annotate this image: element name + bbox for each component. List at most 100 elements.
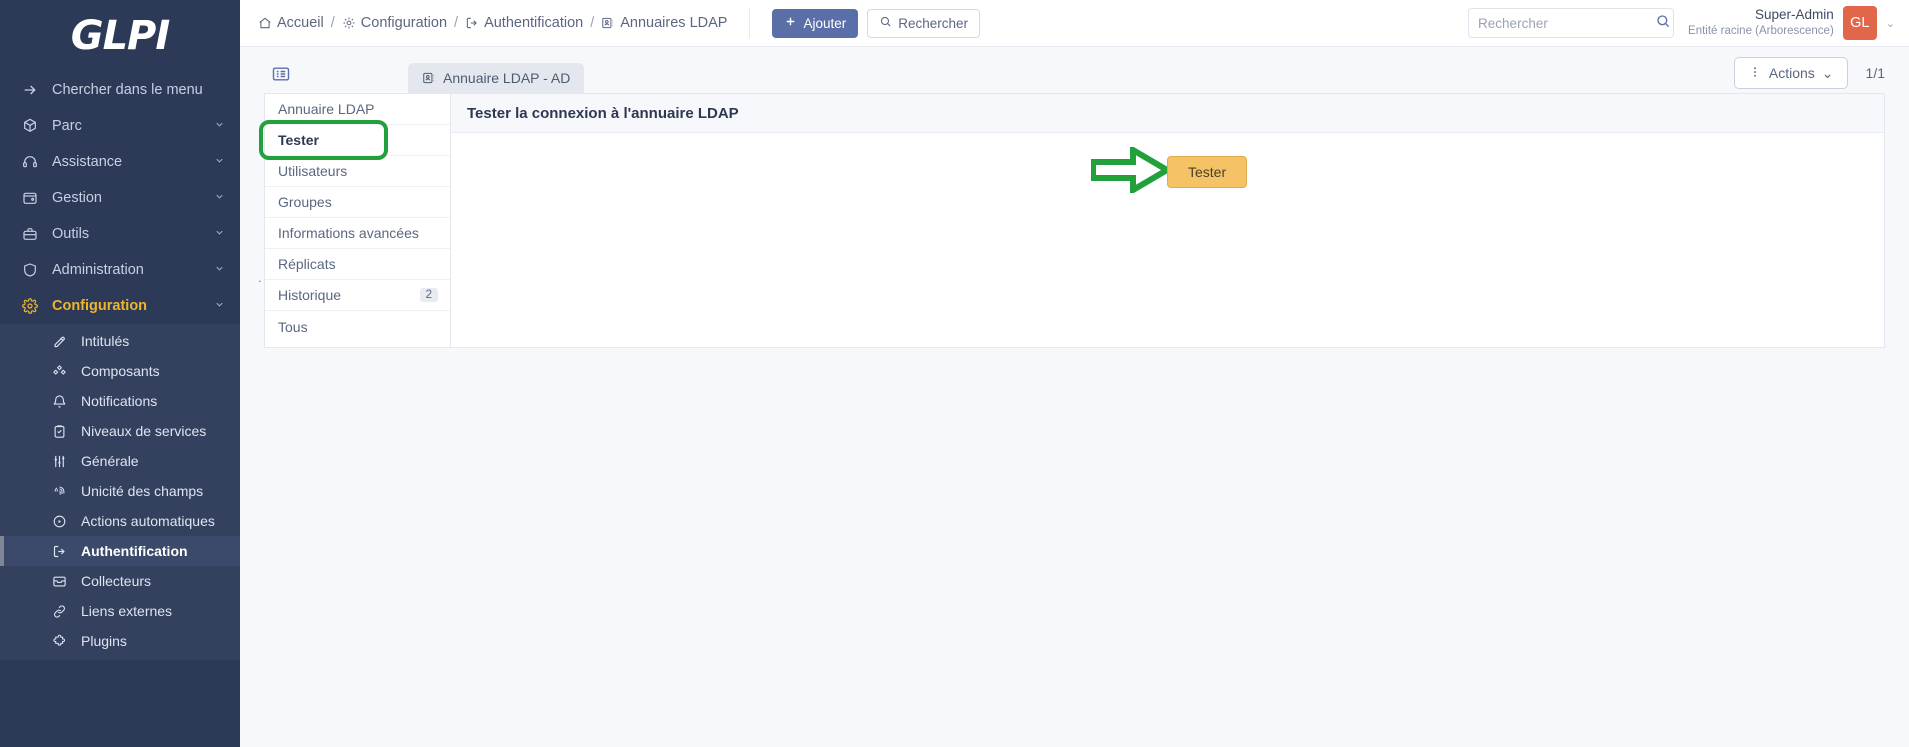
vertical-dots-icon [1748, 65, 1762, 82]
gear-icon [22, 298, 44, 314]
sidebar-item-liens-externes-label: Liens externes [81, 603, 173, 619]
topbar-right: Super-Admin Entité racine (Arborescence)… [1468, 6, 1895, 40]
panel-vertical-tabs: Annuaire LDAP Tester Utilisateurs Groupe… [259, 94, 451, 347]
sidebar-item-unicite-des-champs[interactable]: Unicité des champs [0, 476, 240, 506]
tabstrip: Annuaire LDAP - AD Actions ⌄ 1/1 [240, 47, 1909, 93]
search-icon[interactable] [1655, 13, 1671, 34]
test-connection-button[interactable]: Tester [1167, 156, 1248, 188]
link-icon [52, 604, 72, 619]
bell-icon [52, 394, 72, 409]
stray-dot-marker: . [258, 270, 262, 285]
sidebar-item-actions-automatiques[interactable]: Actions automatiques [0, 506, 240, 536]
sidebar-item-notifications[interactable]: Notifications [0, 386, 240, 416]
chevron-down-icon[interactable]: ⌄ [1886, 17, 1895, 30]
breadcrumb-item-authentification[interactable]: Authentification [465, 15, 583, 31]
sidebar-item-generale-label: Générale [81, 453, 139, 469]
sidebar-item-parc[interactable]: Parc [0, 108, 240, 144]
pencil-square-icon [52, 334, 72, 349]
contact-card-icon [601, 16, 615, 30]
sidebar-item-niveaux-de-services-label: Niveaux de services [81, 423, 207, 439]
vtab-replicats[interactable]: Réplicats [265, 249, 450, 280]
gear-play-icon [52, 514, 72, 529]
search-button-label: Rechercher [898, 15, 969, 31]
vtab-groupes[interactable]: Groupes [265, 187, 450, 218]
vtab-tester[interactable]: Tester [259, 120, 450, 160]
main-area: Accueil / Configuration / Authentificati… [240, 0, 1909, 747]
sliders-icon [52, 454, 72, 469]
chevron-down-icon [214, 262, 226, 278]
search-icon [879, 15, 892, 31]
breadcrumb-separator: / [590, 15, 595, 31]
panel-body: Tester la connexion à l'annuaire LDAP Te… [451, 94, 1884, 347]
sidebar-item-outils-label: Outils [52, 226, 90, 242]
sidebar-item-administration[interactable]: Administration [0, 252, 240, 288]
sidebar-item-composants[interactable]: Composants [0, 356, 240, 386]
vtab-historique[interactable]: Historique 2 [265, 280, 450, 311]
vtab-label: Réplicats [278, 256, 336, 272]
sidebar-item-configuration[interactable]: Configuration [0, 288, 240, 324]
breadcrumb-item-authentification-label: Authentification [484, 15, 584, 31]
breadcrumb-item-annuaires-ldap[interactable]: Annuaires LDAP [601, 15, 727, 31]
sidebar-item-authentification[interactable]: Authentification [0, 536, 240, 566]
chevron-down-icon [214, 298, 226, 314]
sidebar-item-notifications-label: Notifications [81, 393, 158, 409]
headset-icon [22, 154, 44, 170]
home-icon [258, 16, 272, 30]
sidebar-item-liens-externes[interactable]: Liens externes [0, 596, 240, 626]
breadcrumb-item-configuration[interactable]: Configuration [342, 15, 447, 31]
vtab-label: Annuaire LDAP [278, 101, 375, 117]
vtab-informations-avancees[interactable]: Informations avancées [265, 218, 450, 249]
sidebar-menu-search[interactable]: Chercher dans le menu [0, 72, 240, 108]
inbox-icon [52, 574, 72, 589]
search-input[interactable] [1478, 15, 1656, 31]
search-button[interactable]: Rechercher [867, 8, 981, 38]
user-name: Super-Admin [1754, 7, 1834, 23]
box-icon [22, 118, 44, 134]
sidebar-item-outils[interactable]: Outils [0, 216, 240, 252]
sidebar-item-niveaux-de-services[interactable]: Niveaux de services [0, 416, 240, 446]
app-root: GLPI Chercher dans le menu Parc Assistan… [0, 0, 1909, 747]
breadcrumb: Accueil / Configuration / Authentificati… [258, 15, 727, 31]
gear-icon [342, 16, 356, 30]
sidebar-item-intitules[interactable]: Intitulés [0, 326, 240, 356]
avatar[interactable]: GL [1842, 6, 1877, 40]
tabstrip-right: Actions ⌄ 1/1 [1733, 57, 1885, 89]
user-menu[interactable]: Super-Admin Entité racine (Arborescence)… [1688, 6, 1895, 40]
sidebar-item-composants-label: Composants [81, 363, 160, 379]
sidebar-item-collecteurs-label: Collecteurs [81, 573, 152, 589]
glpi-logo[interactable]: GLPI [0, 0, 240, 72]
plus-icon [784, 15, 797, 31]
components-icon [52, 364, 72, 379]
sidebar-item-plugins[interactable]: Plugins [0, 626, 240, 656]
add-button[interactable]: Ajouter [772, 8, 859, 38]
fingerprint-icon [52, 484, 72, 499]
content-area: Annuaire LDAP Tester Utilisateurs Groupe… [240, 93, 1909, 747]
vtab-utilisateurs[interactable]: Utilisateurs [265, 156, 450, 187]
ldap-panel: Annuaire LDAP Tester Utilisateurs Groupe… [259, 93, 1885, 348]
vtab-label: Groupes [278, 194, 332, 210]
sidebar-menu-search-label: Chercher dans le menu [52, 82, 203, 98]
list-view-icon[interactable] [264, 59, 298, 89]
sidebar-item-gestion[interactable]: Gestion [0, 180, 240, 216]
vtab-label: Historique [278, 287, 342, 303]
topbar: Accueil / Configuration / Authentificati… [240, 0, 1909, 47]
pagination-counter: 1/1 [1865, 65, 1885, 81]
vtab-annuaire-ldap[interactable]: Annuaire LDAP [265, 94, 450, 125]
sidebar-item-assistance[interactable]: Assistance [0, 144, 240, 180]
actions-button[interactable]: Actions ⌄ [1733, 57, 1848, 89]
tab-label: Annuaire LDAP - AD [443, 70, 571, 86]
login-icon [52, 544, 72, 559]
sidebar-item-generale[interactable]: Générale [0, 446, 240, 476]
panel-action-area: Tester [451, 133, 1884, 347]
user-entity: Entité racine (Arborescence) [1688, 25, 1834, 38]
breadcrumb-item-accueil[interactable]: Accueil [258, 15, 324, 31]
wallet-icon [22, 190, 44, 206]
vtab-label: Tous [278, 318, 308, 335]
vtab-tous[interactable]: Tous [265, 311, 450, 342]
sidebar-item-collecteurs[interactable]: Collecteurs [0, 566, 240, 596]
actions-button-label: Actions [1768, 65, 1815, 81]
global-search[interactable] [1468, 8, 1675, 38]
tab-annuaire-ldap-ad[interactable]: Annuaire LDAP - AD [408, 63, 585, 93]
breadcrumb-item-configuration-label: Configuration [360, 15, 448, 31]
glpi-logo-text: GLPI [70, 13, 171, 59]
